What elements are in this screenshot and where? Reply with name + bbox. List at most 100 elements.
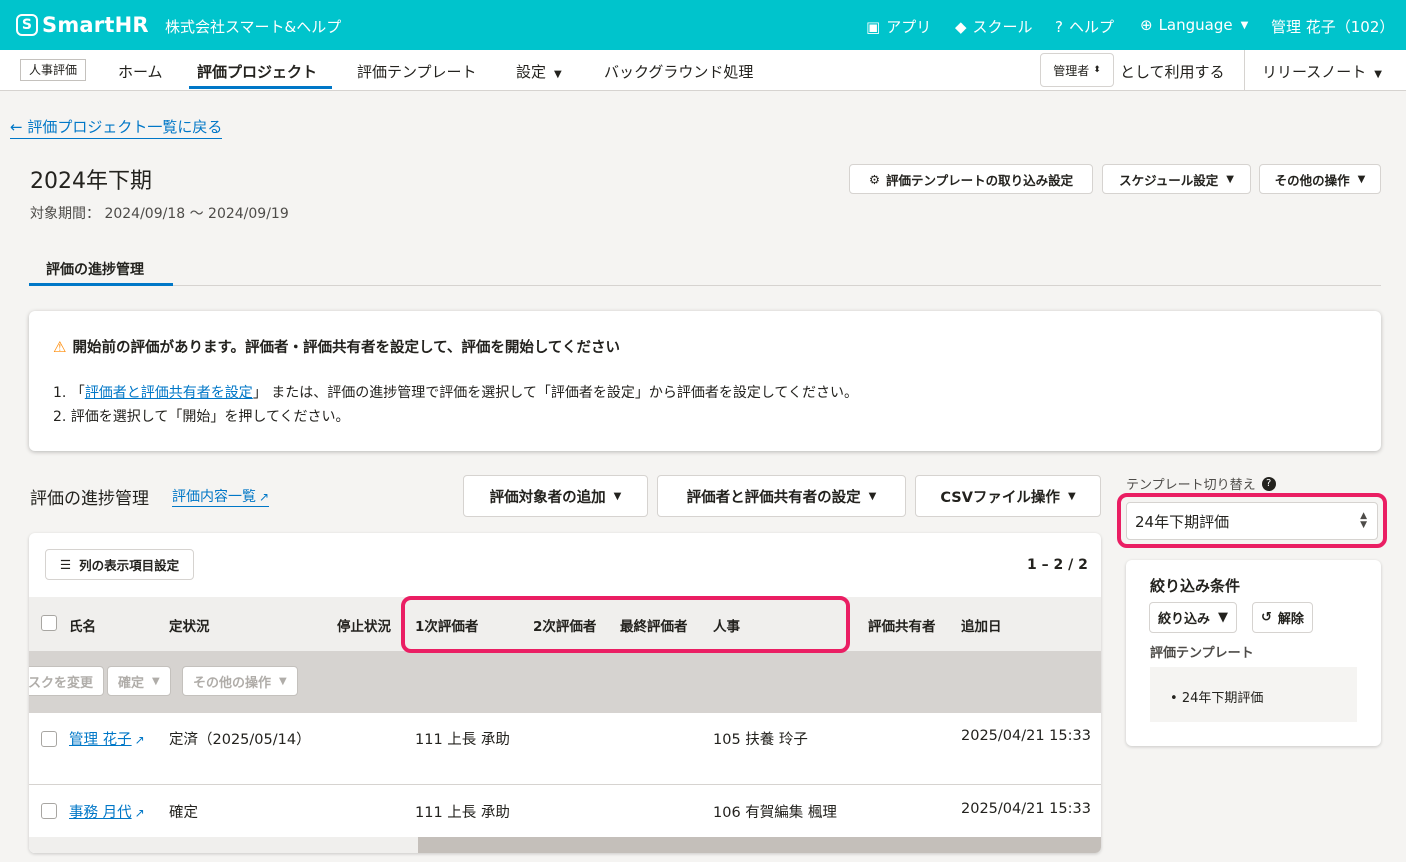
row-name[interactable]: 管理 花子 ↗ [69, 728, 145, 749]
bulk-confirm-button[interactable]: 確定 ▼ [107, 666, 171, 696]
caret-down-icon: ▼ [1226, 173, 1234, 185]
bulk-other-actions-label: その他の操作 [193, 675, 272, 691]
filter-button[interactable]: 絞り込み ▼ [1149, 602, 1238, 633]
row-hr: 105 扶養 玲子 [713, 732, 808, 748]
col-name[interactable]: 氏名 [69, 615, 96, 635]
caret-down-icon: ▼ [152, 675, 160, 687]
template-import-button[interactable]: ⚙ 評価テンプレートの取り込み設定 [849, 164, 1093, 194]
nav-templates[interactable]: 評価テンプレート [357, 61, 477, 82]
caret-down-icon: ▼ [554, 69, 562, 80]
row-evaluator-1: 111 上長 承助 [415, 732, 510, 748]
row-checkbox[interactable] [41, 731, 57, 747]
help-circle-icon: ? [1055, 17, 1063, 36]
funnel-icon: ▼ [1218, 610, 1229, 625]
nav-background[interactable]: バックグラウンド処理 [604, 61, 753, 82]
apps-label: アプリ [886, 18, 932, 36]
row-hr: 106 有賀編集 楓理 [713, 805, 837, 821]
external-link-icon: ↗ [134, 733, 145, 747]
app-badge: 人事評価 [20, 59, 87, 81]
alert-title-text: 開始前の評価があります。評価者・評価共有者を設定して、評価を開始してください [72, 340, 620, 356]
bulk-confirm-label: 確定 [118, 675, 145, 691]
csv-operations-button[interactable]: CSVファイル操作 ▼ [915, 475, 1101, 517]
external-link-icon: ↗ [259, 490, 270, 504]
smarthr-logo[interactable]: S SmartHR [16, 13, 149, 37]
nav-active-indicator [189, 86, 332, 89]
bulk-change-task-button[interactable]: スクを変更 [29, 666, 105, 696]
undo-icon: ↺ [1261, 610, 1272, 625]
school-menu[interactable]: ◆ スクール [955, 16, 1033, 37]
col-suspend[interactable]: 停止状況 [337, 615, 391, 635]
column-settings-button[interactable]: ☰ 列の表示項目設定 [45, 549, 194, 580]
csv-operations-label: CSVファイル操作 [940, 489, 1060, 506]
user-menu[interactable]: 管理 花子（102） [1271, 16, 1394, 37]
row-evaluator-1: 111 上長 承助 [415, 805, 510, 821]
template-import-label: 評価テンプレートの取り込み設定 [886, 172, 1074, 188]
scrollbar-thumb[interactable] [418, 837, 1101, 853]
help-label: ヘルプ [1068, 18, 1114, 36]
row-name-link[interactable]: 管理 花子 [69, 732, 132, 748]
row-name-link[interactable]: 事務 月代 [69, 805, 132, 821]
clear-filter-button[interactable]: ↺ 解除 [1252, 602, 1313, 633]
tab-divider [29, 285, 1381, 286]
caret-down-icon: ▼ [279, 675, 287, 687]
col-added-date[interactable]: 追加日 [961, 615, 1002, 635]
row-status: 定済（2025/05/14） [169, 732, 311, 748]
arrow-left-icon: ← [10, 118, 23, 136]
tab-progress[interactable]: 評価の進捗管理 [46, 259, 144, 279]
role-suffix: として利用する [1120, 63, 1225, 81]
filter-panel: 絞り込み条件 絞り込み ▼ ↺ 解除 評価テンプレート • 24年下期評価 [1126, 560, 1381, 746]
bulk-other-actions-button[interactable]: その他の操作 ▼ [182, 666, 298, 696]
set-evaluators-link[interactable]: 評価者と評価共有者を設定 [85, 385, 253, 401]
period-value: 2024/09/18 〜 2024/09/19 [104, 206, 289, 222]
col-status[interactable]: 定状況 [169, 615, 210, 635]
globe-icon: ⊕ [1140, 16, 1153, 34]
nav-divider [1244, 50, 1245, 90]
nav-settings-label: 設定 [516, 63, 547, 81]
language-label: Language [1158, 16, 1233, 34]
alert-title: ⚠ 開始前の評価があります。評価者・評価共有者を設定して、評価を開始してください [53, 336, 620, 357]
release-notes-menu[interactable]: リリースノート ▼ [1262, 61, 1382, 82]
school-label: スクール [972, 18, 1033, 36]
row-checkbox[interactable] [41, 803, 57, 819]
toolbox-icon: ▣ [866, 17, 881, 36]
set-evaluators-button[interactable]: 評価者と評価共有者の設定 ▼ [657, 475, 906, 517]
warning-alert: ⚠ 開始前の評価があります。評価者・評価共有者を設定して、評価を開始してください … [29, 311, 1381, 451]
alert-step-2: 2. 評価を選択して「開始」を押してください。 [53, 409, 350, 425]
filter-value-label: 24年下期評価 [1181, 691, 1264, 706]
row-added-date: 2025/04/21 15:33 [961, 801, 1091, 817]
col-sharers[interactable]: 評価共有者 [868, 615, 936, 635]
language-menu[interactable]: ⊕ Language ▼ [1140, 16, 1248, 34]
caret-down-icon: ▼ [868, 490, 877, 502]
select-all-checkbox[interactable] [41, 615, 57, 631]
apps-menu[interactable]: ▣ アプリ [866, 16, 931, 37]
schedule-button[interactable]: スケジュール設定 ▼ [1102, 164, 1251, 194]
sort-arrows-icon: ⬍ [1093, 65, 1101, 75]
template-switch-text: テンプレート切り替え [1126, 478, 1256, 493]
caret-down-icon: ▼ [613, 490, 622, 502]
section-title: 評価の進捗管理 [30, 489, 149, 509]
gear-icon: ⚙ [868, 171, 881, 187]
tab-active-indicator [29, 283, 173, 286]
add-evaluatees-label: 評価対象者の追加 [489, 489, 606, 506]
nav-settings[interactable]: 設定 ▼ [516, 61, 562, 82]
logo-mark-icon: S [16, 14, 38, 36]
top-header: S SmartHR 株式会社スマート&ヘルプ ▣ アプリ ◆ スクール ? ヘルプ ⊕… [0, 0, 1406, 50]
role-select[interactable]: 管理者 ⬍ [1040, 53, 1114, 87]
target-period: 対象期間： 2024/09/18 〜 2024/09/19 [30, 203, 289, 223]
alert-step-1-suffix: 」 または、評価の進捗管理で評価を選択して「評価者を設定」から評価者を設定してく… [252, 385, 859, 401]
help-menu[interactable]: ? ヘルプ [1055, 16, 1114, 37]
other-actions-button[interactable]: その他の操作 ▼ [1259, 164, 1381, 194]
add-evaluatees-button[interactable]: 評価対象者の追加 ▼ [463, 475, 648, 517]
row-name[interactable]: 事務 月代 ↗ [69, 801, 145, 822]
clear-filter-label: 解除 [1277, 612, 1304, 627]
nav-home[interactable]: ホーム [118, 61, 163, 82]
evaluation-contents-label: 評価内容一覧 [172, 489, 256, 505]
help-circle-icon[interactable]: ? [1261, 476, 1276, 491]
nav-projects[interactable]: 評価プロジェクト [197, 61, 317, 82]
release-notes-label: リリースノート [1262, 63, 1367, 81]
graduation-cap-icon: ◆ [955, 17, 967, 36]
evaluation-contents-link[interactable]: 評価内容一覧 ↗ [172, 486, 270, 507]
role-select-value: 管理者 [1053, 63, 1090, 78]
list-icon: ☰ [59, 557, 72, 572]
back-link[interactable]: ← 評価プロジェクト一覧に戻る [10, 116, 223, 139]
